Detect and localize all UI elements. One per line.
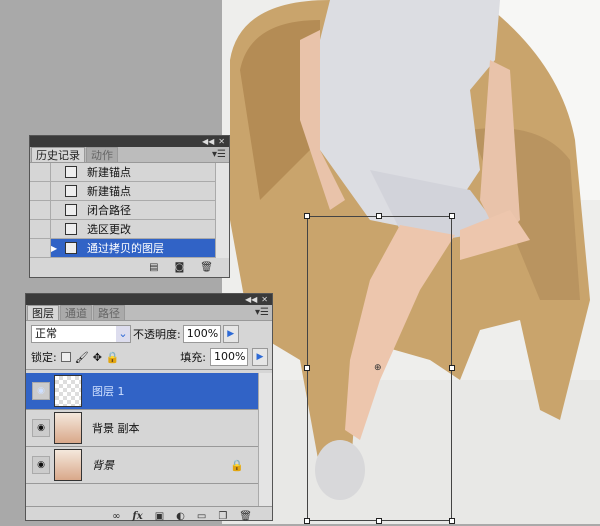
history-item-label: 选区更改 <box>87 223 131 236</box>
transform-handle[interactable] <box>304 213 310 219</box>
history-item[interactable]: 新建锚点 <box>30 163 229 182</box>
lock-all-icon[interactable]: 🔒 <box>106 351 120 364</box>
history-item-label: 闭合路径 <box>87 204 131 217</box>
transform-handle[interactable] <box>304 518 310 524</box>
scrollbar[interactable] <box>258 373 272 506</box>
opacity-slider-button[interactable]: ▶ <box>222 325 239 343</box>
blend-mode-select[interactable]: 正常 ⌄ <box>31 325 131 343</box>
chevron-down-icon: ⌄ <box>116 326 130 342</box>
layer-row[interactable]: ◉ 背景 副本 <box>26 410 272 447</box>
lock-transparency-icon[interactable] <box>60 352 71 362</box>
layer-name[interactable]: 背景 副本 <box>92 420 140 436</box>
eye-icon[interactable]: ◉ <box>32 382 50 400</box>
close-icon[interactable]: ✕ <box>261 295 268 304</box>
collapse-icon[interactable]: ◀◀ <box>245 295 257 304</box>
new-group-icon[interactable]: ▭ <box>197 511 206 522</box>
transform-handle[interactable] <box>449 518 455 524</box>
history-item[interactable]: 选区更改 <box>30 220 229 239</box>
fill-label: 填充: <box>180 351 206 364</box>
layer-row[interactable]: ◉ 背景 🔒 <box>26 447 272 484</box>
layer-name[interactable]: 图层 1 <box>92 383 125 399</box>
history-item[interactable]: 新建锚点 <box>30 182 229 201</box>
fill-input[interactable]: 100% <box>210 348 248 366</box>
history-item-selected[interactable]: ▶ 通过拷贝的图层 <box>30 239 229 258</box>
blend-mode-value: 正常 <box>35 327 57 340</box>
transform-center-icon[interactable]: ⊕ <box>374 363 382 373</box>
layer-style-icon[interactable]: fx <box>132 511 142 522</box>
transform-handle[interactable] <box>376 213 382 219</box>
transform-handle[interactable] <box>376 518 382 524</box>
transform-handle[interactable] <box>449 365 455 371</box>
layers-panel: ◀◀ ✕ 图层 通道 路径 ▾☰ 正常 ⌄ 不透明度: 100% ▶ 锁定: 🖌 ✥… <box>25 293 273 522</box>
tab-layers[interactable]: 图层 <box>27 305 59 320</box>
tab-paths[interactable]: 路径 <box>93 305 125 320</box>
tab-actions[interactable]: 动作 <box>86 147 118 162</box>
history-item-label: 通过拷贝的图层 <box>87 242 164 255</box>
panel-menu-icon[interactable]: ▾☰ <box>212 149 226 160</box>
lock-brush-icon[interactable]: 🖌 <box>75 351 89 364</box>
history-item[interactable]: 闭合路径 <box>30 201 229 220</box>
tab-history[interactable]: 历史记录 <box>31 147 85 162</box>
new-snapshot-icon[interactable]: ◙ <box>175 262 185 273</box>
panel-titlebar[interactable]: ◀◀ ✕ <box>30 136 229 147</box>
lock-label: 锁定: <box>31 351 57 364</box>
tab-channels[interactable]: 通道 <box>60 305 92 320</box>
layer-row[interactable]: ◉ 图层 1 <box>26 373 272 410</box>
panel-titlebar[interactable]: ◀◀ ✕ <box>26 294 272 305</box>
layer-name[interactable]: 背景 <box>92 457 114 473</box>
fill-slider-button[interactable]: ▶ <box>252 348 268 366</box>
scrollbar[interactable] <box>215 163 229 258</box>
history-panel: ◀◀ ✕ 历史记录 动作 ▾☰ 新建锚点 新建锚点 闭合路径 选区更改 ▶ 通过拷贝… <box>29 135 230 278</box>
link-layers-icon[interactable]: ∞ <box>112 511 120 522</box>
transform-handle[interactable] <box>304 365 310 371</box>
history-state-icon <box>65 185 77 197</box>
eye-icon[interactable]: ◉ <box>32 419 50 437</box>
history-state-icon <box>65 204 77 216</box>
history-state-pointer-icon: ▶ <box>51 243 58 253</box>
collapse-icon[interactable]: ◀◀ <box>202 137 214 146</box>
opacity-input[interactable]: 100% <box>182 325 221 343</box>
adjustment-layer-icon[interactable]: ◐ <box>176 511 185 522</box>
layer-thumbnail <box>54 375 82 407</box>
eye-icon[interactable]: ◉ <box>32 456 50 474</box>
lock-move-icon[interactable]: ✥ <box>93 351 102 364</box>
close-icon[interactable]: ✕ <box>218 137 225 146</box>
panel-menu-icon[interactable]: ▾☰ <box>255 307 269 318</box>
trash-icon[interactable]: 🗑 <box>239 511 252 522</box>
add-mask-icon[interactable]: ▣ <box>155 511 164 522</box>
layer-thumbnail <box>54 449 82 481</box>
history-state-icon <box>65 223 77 235</box>
history-item-label: 新建锚点 <box>87 185 131 198</box>
new-document-from-state-icon[interactable]: ▤ <box>149 262 158 273</box>
history-state-icon <box>65 242 77 254</box>
lock-icon: 🔒 <box>230 458 244 472</box>
transform-handle[interactable] <box>449 213 455 219</box>
opacity-label: 不透明度: <box>133 328 181 341</box>
new-layer-icon[interactable]: ❐ <box>218 511 227 522</box>
history-state-icon <box>65 166 77 178</box>
history-item-label: 新建锚点 <box>87 166 131 179</box>
trash-icon[interactable]: 🗑 <box>200 262 213 273</box>
transform-bounding-box[interactable]: ⊕ <box>304 213 455 524</box>
layer-thumbnail <box>54 412 82 444</box>
